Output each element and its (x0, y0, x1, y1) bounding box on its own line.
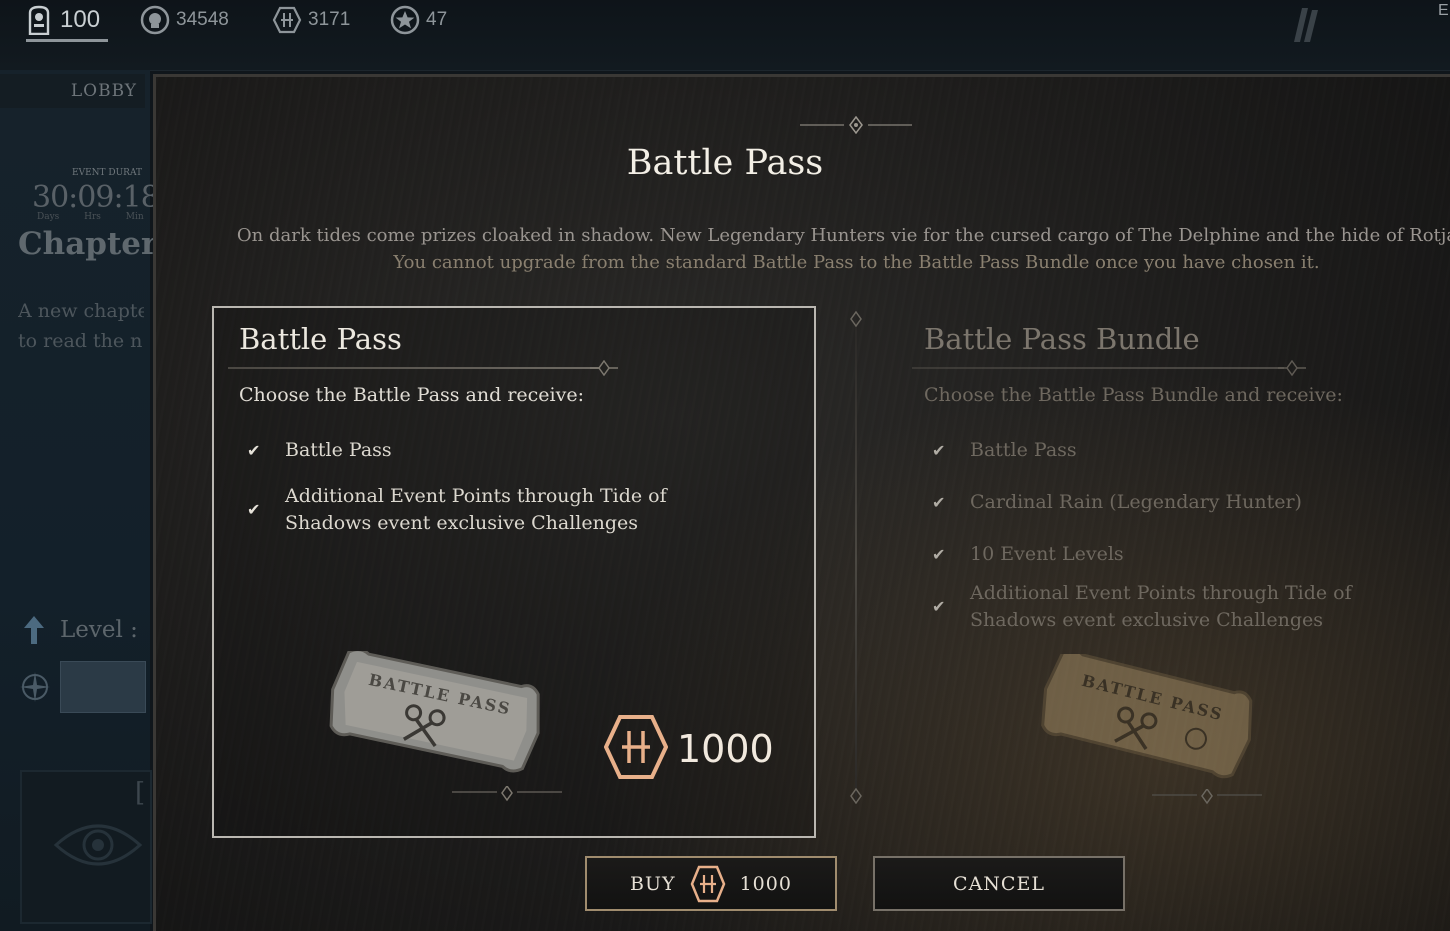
reward-item-line: Shadows event exclusive Challenges (285, 512, 639, 534)
chapter-text-line: A new chapte (18, 300, 144, 322)
check-icon: ✔ (247, 500, 261, 519)
chapter-text-line: to read the n (18, 330, 143, 352)
reward-item: Battle Pass (970, 439, 1077, 461)
compass-icon (18, 670, 52, 704)
option-subtitle: Choose the Battle Pass Bundle and receiv… (924, 384, 1343, 406)
cancel-button[interactable]: CANCEL (873, 856, 1125, 911)
eye-icon (52, 815, 144, 875)
event-timer: 30:09:18 (32, 180, 160, 215)
blood-bonds-resource[interactable]: 3171 (272, 6, 350, 34)
description-warning: You cannot upgrade from the standard Bat… (393, 252, 1320, 273)
level-progress-box (60, 661, 146, 713)
hunter-level-resource[interactable]: 100 (24, 5, 109, 42)
buy-button[interactable]: BUY 1000 (585, 856, 837, 911)
check-icon: ✔ (247, 441, 261, 460)
chapter-description: A new chapte to read the n (18, 296, 144, 356)
modal-title: Battle Pass (626, 143, 824, 183)
reward-item-line: Additional Event Points through Tide of (970, 582, 1352, 604)
buy-label: BUY (630, 872, 676, 895)
card-bottom-ornament-icon (452, 786, 562, 802)
check-icon: ✔ (932, 493, 946, 512)
active-underline (26, 39, 109, 42)
reward-item: 10 Event Levels (970, 543, 1124, 565)
options-separator (855, 320, 857, 800)
level-up-arrow-icon (20, 614, 48, 646)
reward-item-line: Shadows event exclusive Challenges (970, 609, 1324, 631)
reward-item-line: Additional Event Points through Tide of (285, 485, 667, 507)
title-ornament-icon (800, 116, 912, 134)
resource-value: 100 (60, 6, 101, 33)
title-divider (228, 367, 600, 369)
cancel-label: CANCEL (953, 872, 1045, 895)
bundle-ticket-icon: BATTLE PASS (1041, 654, 1253, 779)
title-divider (912, 367, 1284, 369)
card-bottom-ornament-icon (1152, 789, 1262, 805)
description-line: On dark tides come prizes cloaked in sha… (236, 225, 1450, 246)
blood-bonds-icon (690, 865, 725, 902)
option-price: 1000 (677, 727, 774, 771)
check-icon: ✔ (932, 545, 946, 564)
tab-lobby[interactable]: LOBBY (0, 74, 145, 108)
event-points-resource[interactable]: 47 (390, 5, 448, 35)
resource-value: 47 (426, 9, 448, 30)
resource-bar: 100 34548 3171 47 E (0, 0, 1450, 71)
tombstone-icon (24, 5, 54, 35)
corner-label: E (1438, 2, 1449, 19)
check-icon: ✔ (932, 597, 946, 616)
option-title: Battle Pass Bundle (924, 322, 1200, 356)
resource-value: 34548 (176, 9, 229, 30)
separator-ornament-icon (850, 788, 862, 804)
separator-ornament-icon (850, 311, 862, 327)
timer-units: Days Hrs Min (37, 212, 144, 222)
modal-description: On dark tides come prizes cloaked in sha… (0, 222, 1450, 276)
hunt-dollars-resource[interactable]: 34548 (140, 5, 229, 35)
card-bracket-decoration: [ (135, 778, 146, 808)
check-icon: ✔ (932, 441, 946, 460)
buy-price: 1000 (739, 872, 792, 895)
blood-bonds-icon (604, 715, 668, 779)
level-label: Level : (60, 617, 138, 643)
divider-ornament-icon (590, 360, 618, 376)
star-badge-icon (390, 5, 420, 35)
reward-item: Cardinal Rain (Legendary Hunter) (970, 491, 1302, 513)
resource-value: 3171 (308, 9, 351, 30)
blood-bonds-icon (272, 5, 302, 35)
divider-ornament-icon (1278, 360, 1306, 376)
skull-coin-icon (140, 5, 170, 35)
reward-item: Additional Event Points through Tide of … (970, 580, 1352, 634)
battle-pass-ticket-icon: BATTLE PASS (329, 651, 540, 773)
reward-item: Battle Pass (285, 439, 392, 461)
game-logo-icon (1284, 4, 1324, 44)
reward-item: Additional Event Points through Tide of … (285, 483, 667, 537)
option-title: Battle Pass (239, 322, 402, 356)
option-subtitle: Choose the Battle Pass and receive: (239, 384, 584, 406)
